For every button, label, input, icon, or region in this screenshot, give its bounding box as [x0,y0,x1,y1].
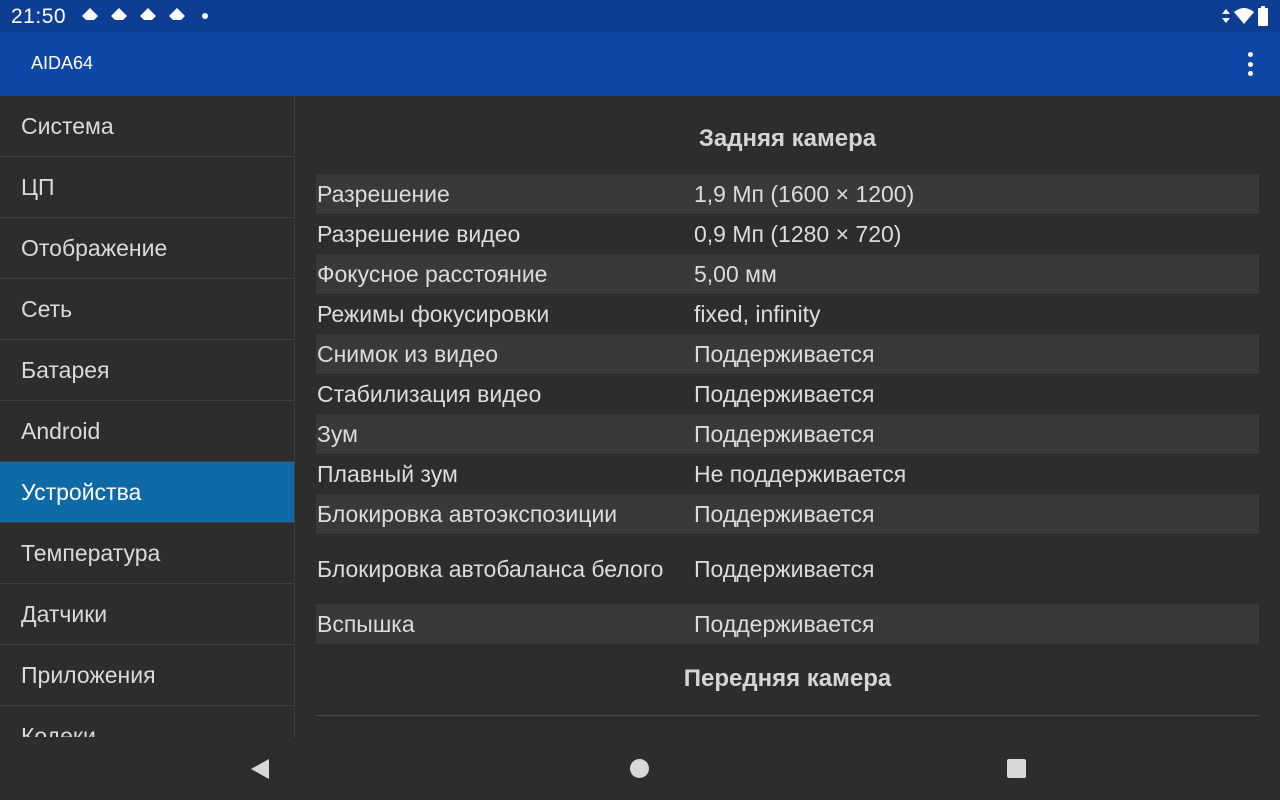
sidebar-item-label: ЦП [21,173,55,200]
row-key: Разрешение видео [317,220,521,247]
row-key: Снимок из видео [317,340,499,367]
row-value: Поддерживается [694,380,875,407]
battery-icon [1258,6,1268,26]
table-row: Разрешение 1,9 Мп (1600 × 1200) [316,174,1259,214]
row-key: Стабилизация видео [317,380,542,407]
sidebar-item-system[interactable]: Система [0,96,294,157]
app-title: AIDA64 [31,53,94,73]
notification-icon [169,8,185,24]
system-icons [1221,6,1269,26]
wifi-icon [1234,8,1254,24]
navigation-bar [0,737,1280,800]
section-divider [316,715,1259,716]
sidebar-item-display[interactable]: Отображение [0,218,294,279]
sidebar-item-label: Отображение [21,234,168,261]
row-value: Поддерживается [694,340,875,367]
row-value: 0,9 Мп (1280 × 720) [694,220,902,247]
sidebar-item-label: Батарея [21,356,110,383]
row-value: Поддерживается [694,555,875,582]
sidebar-menu: Система ЦП Отображение Сеть Батарея Andr… [0,96,295,737]
row-value: Не поддерживается [694,460,907,487]
more-notifications-dot [202,13,208,19]
sidebar-item-cpu[interactable]: ЦП [0,157,294,218]
row-key: Блокировка автобаланса белого [317,555,664,582]
sidebar-item-label: Сеть [21,295,73,322]
table-row: Блокировка автоэкспозиции Поддерживается [316,494,1259,534]
sidebar-item-label: Кодеки [21,722,96,738]
table-row: Блокировка автобаланса белого Поддерживае… [316,534,1259,604]
notification-icon [111,8,127,24]
row-value: Поддерживается [694,610,875,637]
row-key: Режимы фокусировки [317,300,550,327]
row-key: Зум [317,420,358,447]
table-row: Стабилизация видео Поддерживается [316,374,1259,414]
row-value: Поддерживается [694,500,875,527]
row-key: Разрешение [317,180,450,207]
sidebar-item-android[interactable]: Android [0,401,294,462]
row-value: 1,9 Мп (1600 × 1200) [694,180,915,207]
row-key: Блокировка автоэкспозиции [317,500,618,527]
sidebar-item-codecs[interactable]: Кодеки [0,706,294,738]
sidebar-item-network[interactable]: Сеть [0,279,294,340]
sidebar-item-temperature[interactable]: Температура [0,523,294,584]
row-value: 5,00 мм [694,260,777,287]
table-row: Зум Поддерживается [316,414,1259,454]
sidebar-item-battery[interactable]: Батарея [0,340,294,401]
table-row: Плавный зум Не поддерживается [316,454,1259,494]
sidebar-item-label: Датчики [21,600,108,627]
back-icon[interactable] [249,758,271,780]
recents-icon[interactable] [1006,758,1027,779]
sidebar-item-label: Температура [21,539,161,566]
front-camera-heading: Передняя камера [683,665,892,692]
data-transfer-icon [1222,9,1230,23]
row-key: Вспышка [317,610,415,637]
table-row: Снимок из видео Поддерживается [316,334,1259,374]
sidebar-item-label: Android [21,417,101,444]
status-bar: 21:50 [0,0,1280,32]
sidebar-item-label: Приложения [21,661,156,688]
status-time: 21:50 [11,5,67,28]
sidebar-item-label: Система [21,112,114,139]
sidebar-item-sensors[interactable]: Датчики [0,584,294,645]
home-icon[interactable] [629,758,650,779]
table-row: Фокусное расстояние 5,00 мм [316,254,1259,294]
row-value: Поддерживается [694,420,875,447]
table-row: Вспышка Поддерживается [316,604,1259,644]
row-value: fixed, infinity [694,300,821,327]
notification-icon [140,8,156,24]
table-row: Режимы фокусировки fixed, infinity [316,294,1259,334]
notification-icon [82,8,98,24]
details-panel[interactable]: Задняя камера Разрешение 1,9 Мп (1600 × 1… [295,96,1280,737]
overflow-menu-icon[interactable] [1244,52,1256,76]
row-key: Фокусное расстояние [317,260,548,287]
rear-camera-table: Разрешение 1,9 Мп (1600 × 1200) Разрешени… [316,174,1259,644]
rear-camera-heading: Задняя камера [698,125,877,152]
notification-icons [80,7,208,25]
sidebar-item-apps[interactable]: Приложения [0,645,294,706]
sidebar-item-label: Устройства [21,478,142,505]
row-key: Плавный зум [317,460,458,487]
app-bar: AIDA64 [0,32,1280,96]
sidebar-item-devices[interactable]: Устройства [0,462,294,523]
table-row: Разрешение видео 0,9 Мп (1280 × 720) [316,214,1259,254]
